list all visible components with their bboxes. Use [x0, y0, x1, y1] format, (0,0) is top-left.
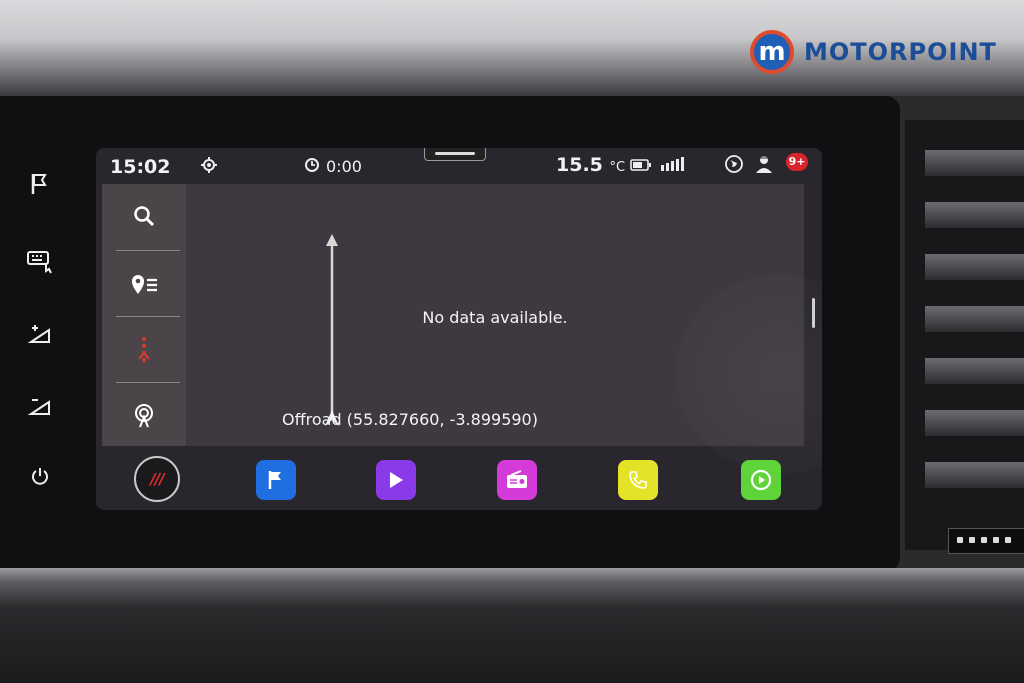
nav-divider — [116, 316, 180, 317]
nav-divider — [116, 382, 180, 383]
clock: 15:02 — [110, 156, 171, 178]
temperature-unit: °C — [609, 160, 626, 175]
page-indicator — [444, 500, 464, 510]
navigation-side-menu — [102, 184, 186, 446]
notification-badge[interactable]: 9+ — [786, 153, 808, 171]
gps-icon — [201, 157, 217, 173]
map-view[interactable]: No data available. Offroad (55.827660, -… — [186, 184, 822, 474]
current-location: Offroad (55.827660, -3.899590) — [282, 410, 538, 429]
nav-online-services-button[interactable] — [102, 384, 186, 448]
brand-logo: m MOTORPOINT — [750, 30, 997, 74]
phone-icon — [629, 471, 647, 489]
outside-temperature: 15.5 °C — [556, 154, 625, 176]
battery-icon — [630, 159, 651, 171]
radio-icon — [507, 470, 527, 488]
timer-icon — [305, 158, 319, 172]
power-button[interactable] — [22, 458, 58, 494]
volume-up-button[interactable] — [22, 316, 58, 352]
heading-arrow-icon — [325, 234, 339, 426]
dashboard-trim-bottom — [0, 568, 1024, 683]
brand-badge: m — [750, 30, 794, 74]
home-button[interactable]: /// — [134, 456, 180, 502]
vent-control[interactable] — [948, 528, 1024, 554]
temperature-value: 15.5 — [556, 154, 603, 176]
keyboard-button[interactable] — [22, 244, 58, 280]
status-bar: 15:02 0:00 15.5 °C 9+ — [96, 148, 822, 182]
location-list-icon — [132, 275, 157, 294]
dock-app-navigation[interactable] — [256, 460, 296, 500]
volume-up-icon — [28, 325, 50, 343]
infotainment-screen: 15:02 0:00 15.5 °C 9+ No data available.… — [96, 148, 822, 510]
dock-app-carplay[interactable] — [741, 460, 781, 500]
user-profile-icon[interactable] — [754, 154, 774, 174]
dock-app-radio[interactable] — [497, 460, 537, 500]
volume-down-icon — [28, 399, 50, 415]
navigation-flag-icon — [268, 471, 281, 489]
media-play-icon — [390, 472, 403, 488]
no-data-message: No data available. — [422, 308, 568, 327]
search-icon — [134, 206, 155, 227]
app-dock: /// — [96, 456, 822, 510]
carplay-icon — [750, 469, 772, 491]
timer-value: 0:00 — [326, 157, 362, 176]
reflection — [676, 274, 822, 474]
scroll-indicator[interactable] — [812, 298, 815, 328]
nav-search-button[interactable] — [102, 184, 186, 248]
air-vent — [905, 120, 1024, 550]
traffic-icon — [138, 337, 150, 363]
brand-name: MOTORPOINT — [804, 38, 997, 66]
pull-down-handle[interactable] — [424, 148, 486, 161]
flag-button[interactable] — [22, 166, 58, 202]
flag-icon — [31, 174, 47, 194]
nav-destinations-button[interactable] — [102, 252, 186, 316]
nav-divider — [116, 250, 180, 251]
power-icon — [32, 468, 48, 485]
dock-app-media[interactable] — [376, 460, 416, 500]
globe-icon[interactable] — [724, 154, 744, 174]
keyboard-icon — [27, 251, 52, 274]
live-services-icon — [135, 404, 153, 428]
volume-down-button[interactable] — [22, 388, 58, 424]
signal-strength-icon — [661, 157, 684, 171]
nav-traffic-button[interactable] — [102, 318, 186, 382]
dock-app-phone[interactable] — [618, 460, 658, 500]
